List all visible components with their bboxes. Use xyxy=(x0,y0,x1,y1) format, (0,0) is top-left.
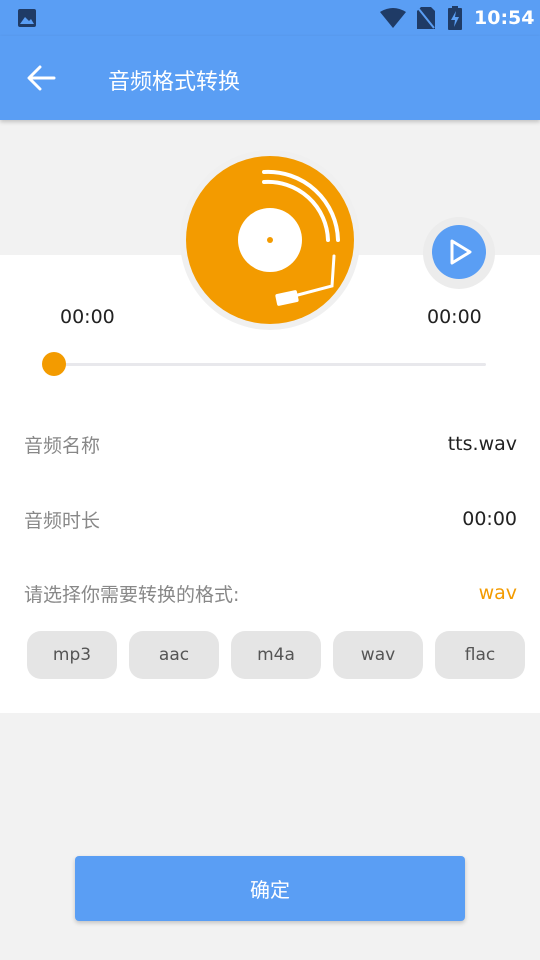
audio-duration-label: 音频时长 xyxy=(24,510,101,532)
audio-duration-value: 00:00 xyxy=(462,508,517,530)
no-sim-icon xyxy=(417,7,435,29)
status-bar: 10:54 xyxy=(0,0,540,36)
current-time: 00:00 xyxy=(60,306,115,328)
selected-format: wav xyxy=(478,582,517,604)
play-button[interactable] xyxy=(432,225,486,279)
play-icon xyxy=(450,239,472,265)
confirm-button[interactable]: 确定 xyxy=(75,856,465,921)
format-button-mp3[interactable]: mp3 xyxy=(27,631,117,679)
arrow-left-icon[interactable] xyxy=(26,65,56,91)
format-button-wav[interactable]: wav xyxy=(333,631,423,679)
image-icon xyxy=(18,9,36,27)
format-button-aac[interactable]: aac xyxy=(129,631,219,679)
format-prompt: 请选择你需要转换的格式: xyxy=(24,584,240,606)
seek-bar[interactable] xyxy=(54,363,486,366)
audio-name-label: 音频名称 xyxy=(24,435,101,457)
app-toolbar: 音频格式转换 xyxy=(0,36,540,120)
total-time: 00:00 xyxy=(427,306,482,328)
seek-thumb[interactable] xyxy=(42,352,66,376)
audio-name-value: tts.wav xyxy=(447,433,517,455)
wifi-icon xyxy=(380,8,406,28)
vinyl-record-icon xyxy=(186,156,354,324)
format-button-flac[interactable]: flac xyxy=(435,631,525,679)
status-time: 10:54 xyxy=(474,7,535,29)
battery-charging-icon xyxy=(448,6,462,30)
page-title: 音频格式转换 xyxy=(108,70,241,95)
format-button-m4a[interactable]: m4a xyxy=(231,631,321,679)
